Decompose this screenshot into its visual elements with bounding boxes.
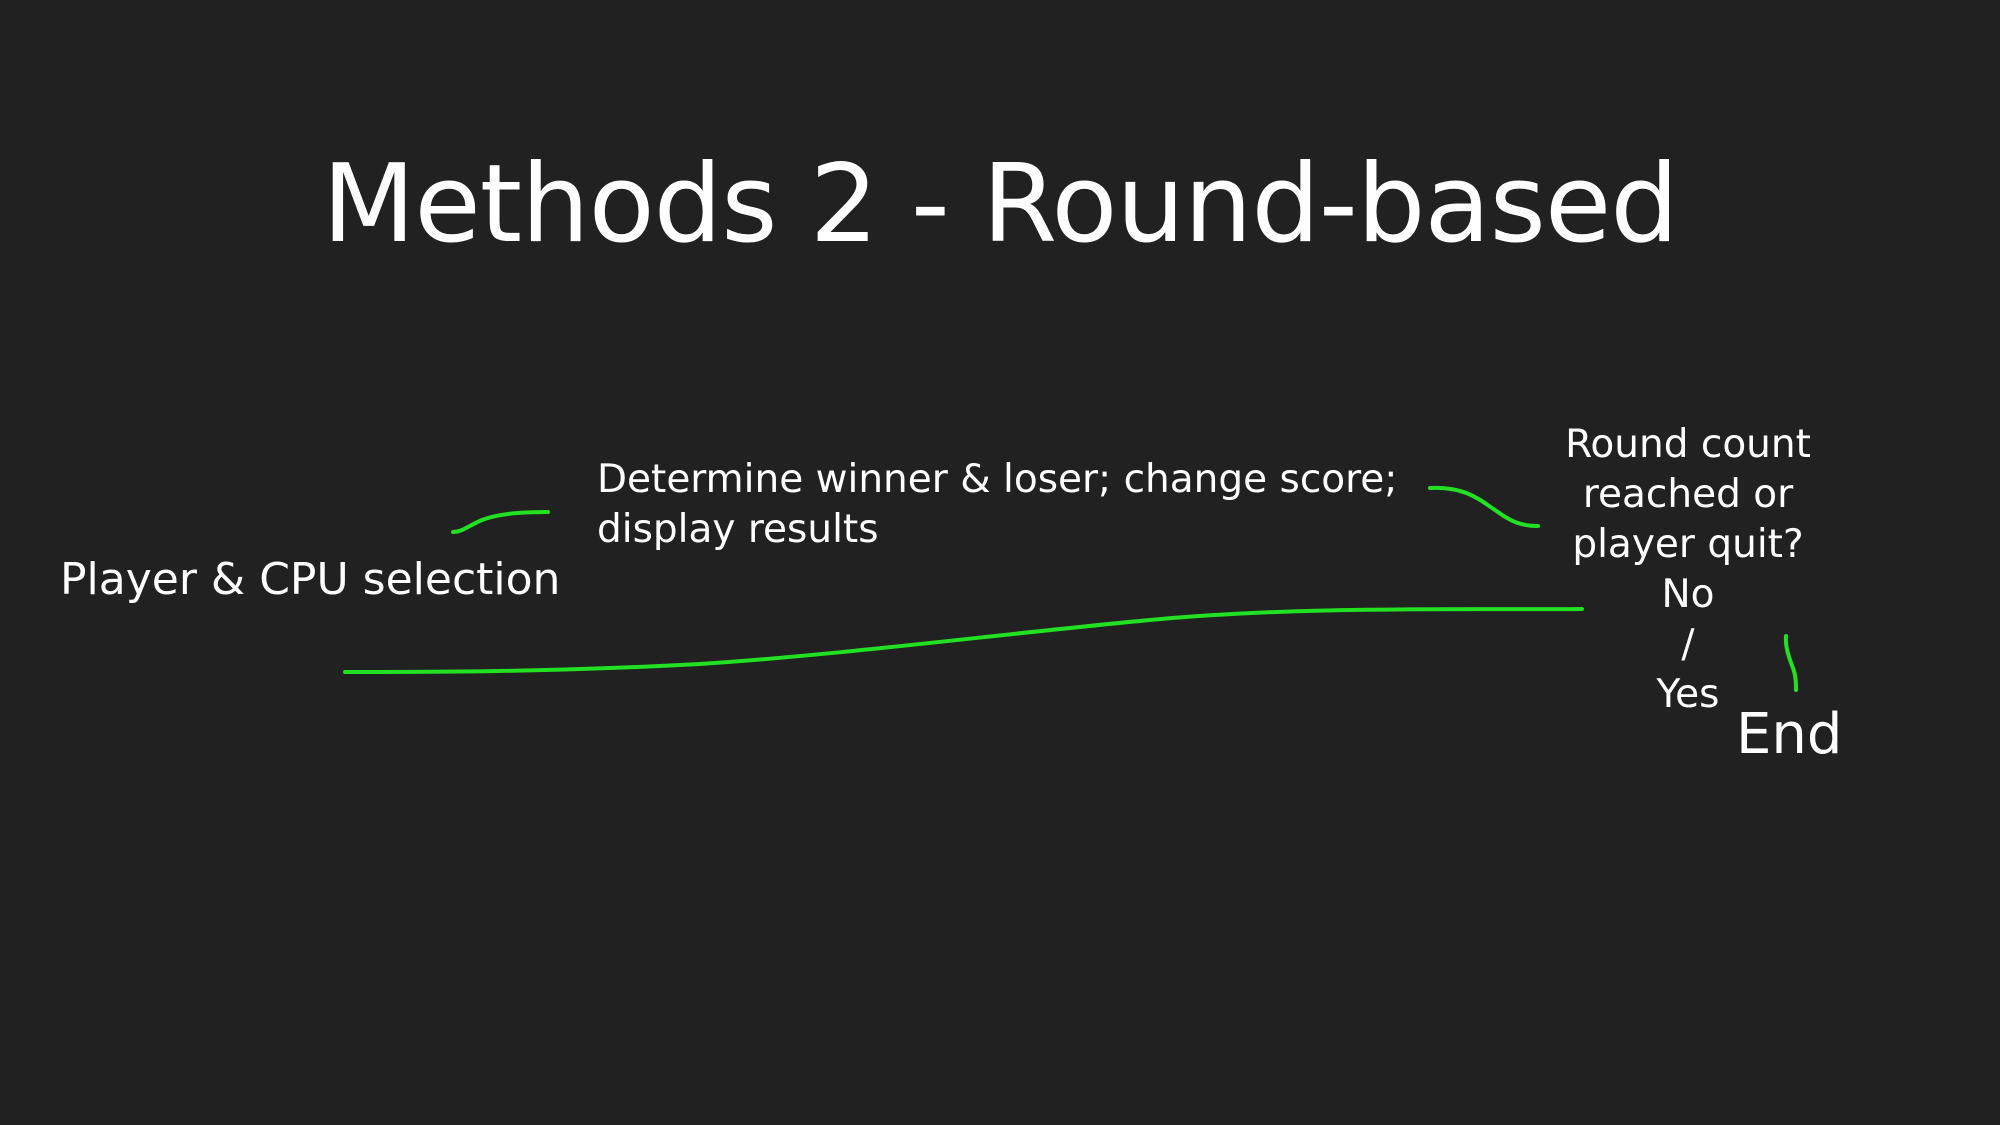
decision-separator: / [1681, 622, 1695, 667]
decision-line-1: Round count [1565, 422, 1811, 467]
node-end: End [1736, 702, 1843, 767]
connector-selection-to-determine [451, 510, 550, 534]
node-round-decision: Round count reached or player quit? No / Y… [1538, 420, 1838, 720]
node-determine-winner: Determine winner & loser; change score; … [597, 455, 1397, 555]
slide: Methods 2 - Round-based Player & CPU sel… [0, 0, 2000, 1125]
slide-title: Methods 2 - Round-based [322, 142, 1679, 267]
decision-choices: No / Yes [1538, 570, 1838, 720]
decision-line-2: reached or [1582, 472, 1794, 517]
decision-line-3: player quit? [1572, 522, 1804, 567]
decision-no-label: No [1661, 572, 1715, 617]
node-player-cpu-selection: Player & CPU selection [60, 554, 561, 605]
node-determine-line-2: display results [597, 507, 879, 552]
node-determine-line-1: Determine winner & loser; change score; [597, 457, 1398, 502]
connector-no-loop-back [343, 607, 1584, 674]
connector-determine-to-decision [1428, 485, 1540, 528]
